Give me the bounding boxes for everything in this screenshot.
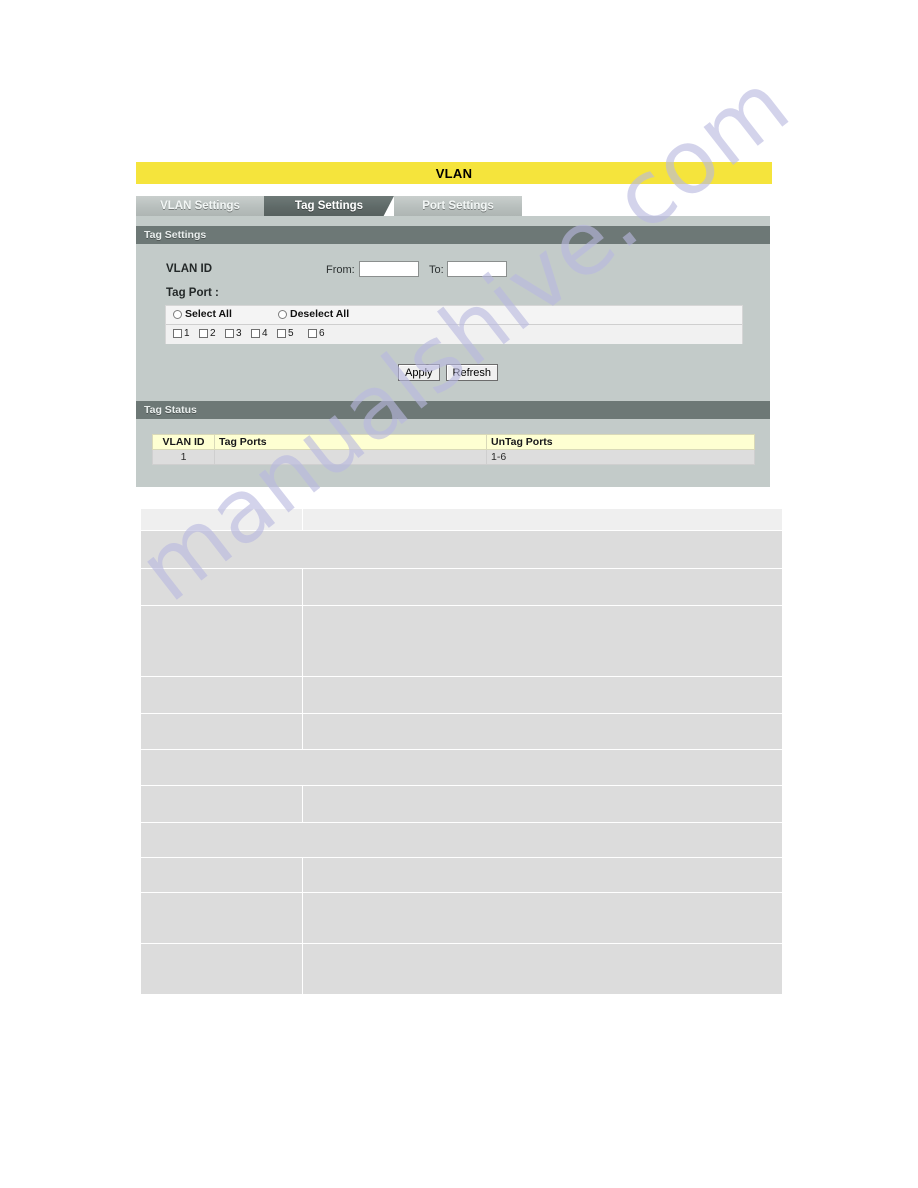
- tab-strip-filler: [522, 196, 770, 216]
- description-cell-label: [140, 785, 303, 823]
- port-checkbox-2[interactable]: 2: [199, 328, 216, 339]
- tab-vlan-settings[interactable]: VLAN Settings: [136, 196, 264, 216]
- port-checkbox-row: 1 2 3 4 5 6: [166, 325, 742, 344]
- radio-icon: [278, 309, 287, 319]
- column-header-vlan-id: VLAN ID: [152, 434, 215, 450]
- description-table-row: [140, 857, 783, 893]
- description-cell-text: [302, 713, 783, 750]
- tab-strip: VLAN Settings Tag Settings Port Settings: [136, 196, 770, 216]
- port-checkbox-label: 1: [184, 328, 190, 339]
- column-header-untag-ports: UnTag Ports: [486, 434, 755, 450]
- port-checkbox-6[interactable]: 6: [308, 328, 325, 339]
- port-checkbox-5[interactable]: 5: [277, 328, 294, 339]
- table-row: 1 1-6: [152, 449, 755, 465]
- description-table-row: [140, 785, 783, 823]
- form-button-row: Apply Refresh: [398, 364, 499, 381]
- vlan-id-label: VLAN ID: [166, 263, 212, 275]
- description-cell-label: [140, 892, 303, 944]
- tab-tag-settings[interactable]: Tag Settings: [264, 196, 394, 216]
- tag-status-table: VLAN ID Tag Ports UnTag Ports 1 1-6: [152, 434, 755, 465]
- description-cell-text: [302, 857, 783, 893]
- radio-select-all[interactable]: Select All: [173, 308, 232, 320]
- tag-port-label: Tag Port :: [166, 287, 219, 299]
- cell-tag-ports: [214, 449, 487, 465]
- radio-deselect-all[interactable]: Deselect All: [278, 308, 349, 320]
- description-cell-label: [140, 676, 303, 714]
- vlan-id-to-input[interactable]: [447, 261, 507, 277]
- description-cell-text: [302, 605, 783, 677]
- page-title: VLAN: [136, 162, 772, 184]
- description-column-header-text: [302, 508, 783, 531]
- description-table-row: [140, 892, 783, 944]
- description-table-row: [140, 713, 783, 750]
- radio-icon: [173, 309, 182, 319]
- description-cell-merged: [140, 530, 783, 569]
- port-checkbox-label: 5: [288, 328, 294, 339]
- description-column-header-label: [140, 508, 303, 531]
- apply-button[interactable]: Apply: [398, 364, 440, 381]
- description-cell-label: [140, 943, 303, 995]
- port-checkbox-3[interactable]: 3: [225, 328, 242, 339]
- description-cell-text: [302, 892, 783, 944]
- port-checkbox-label: 3: [236, 328, 242, 339]
- description-cell-label: [140, 713, 303, 750]
- vlan-tag-settings-panel: Tag Settings VLAN ID From: To: Tag Port …: [136, 216, 770, 487]
- description-table: [140, 508, 783, 995]
- select-all-row: Select All Deselect All: [166, 306, 742, 325]
- description-table-header-row: [140, 508, 783, 531]
- description-table-row: [140, 822, 783, 858]
- checkbox-icon: [277, 329, 286, 338]
- port-checkbox-label: 6: [319, 328, 325, 339]
- checkbox-icon: [173, 329, 182, 338]
- checkbox-icon: [225, 329, 234, 338]
- description-cell-text: [302, 785, 783, 823]
- description-cell-label: [140, 568, 303, 606]
- tab-port-settings[interactable]: Port Settings: [394, 196, 522, 216]
- cell-untag-ports: 1-6: [486, 449, 755, 465]
- port-checkbox-4[interactable]: 4: [251, 328, 268, 339]
- section-header-tag-status: Tag Status: [136, 401, 770, 419]
- section-header-tag-settings: Tag Settings: [136, 226, 770, 244]
- description-table-row: [140, 530, 783, 569]
- description-table-row: [140, 605, 783, 677]
- description-table-row: [140, 749, 783, 786]
- radio-select-all-label: Select All: [185, 308, 232, 320]
- to-label: To:: [429, 264, 444, 276]
- radio-deselect-all-label: Deselect All: [290, 308, 350, 320]
- checkbox-icon: [308, 329, 317, 338]
- checkbox-icon: [251, 329, 260, 338]
- description-table-row: [140, 568, 783, 606]
- port-checkbox-label: 2: [210, 328, 216, 339]
- table-header-row: VLAN ID Tag Ports UnTag Ports: [152, 434, 755, 450]
- description-cell-merged: [140, 749, 783, 786]
- vlan-id-row: VLAN ID From: To:: [166, 261, 726, 281]
- tag-port-selection-box: Select All Deselect All 1 2 3 4 5 6: [165, 305, 743, 344]
- column-header-tag-ports: Tag Ports: [214, 434, 487, 450]
- port-checkbox-label: 4: [262, 328, 268, 339]
- cell-vlan-id: 1: [152, 449, 215, 465]
- refresh-button[interactable]: Refresh: [445, 364, 499, 381]
- port-checkbox-1[interactable]: 1: [173, 328, 190, 339]
- description-cell-merged: [140, 822, 783, 858]
- from-label: From:: [326, 264, 355, 276]
- checkbox-icon: [199, 329, 208, 338]
- description-cell-label: [140, 605, 303, 677]
- description-cell-text: [302, 676, 783, 714]
- description-table-row: [140, 943, 783, 995]
- vlan-id-from-input[interactable]: [359, 261, 419, 277]
- description-cell-text: [302, 943, 783, 995]
- description-cell-text: [302, 568, 783, 606]
- description-cell-label: [140, 857, 303, 893]
- description-table-row: [140, 676, 783, 714]
